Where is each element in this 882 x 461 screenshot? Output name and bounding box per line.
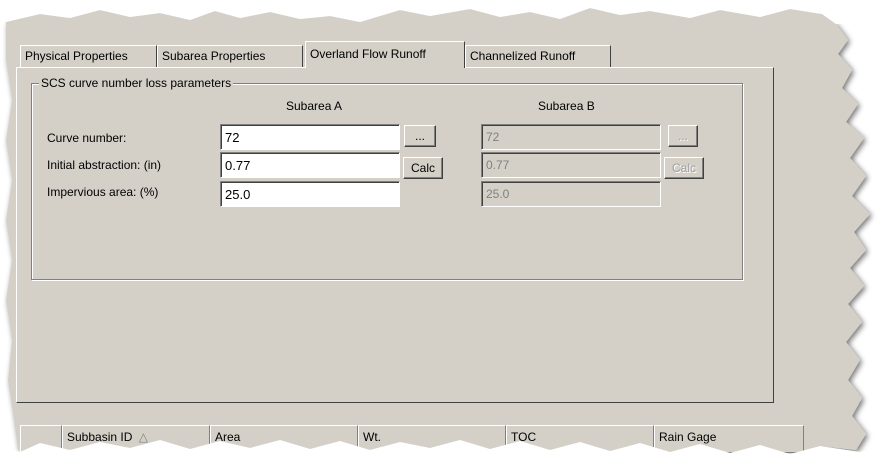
- tab-overland-flow-runoff[interactable]: Overland Flow Runoff: [305, 41, 465, 68]
- torn-bottom-overlay: [0, 0, 882, 461]
